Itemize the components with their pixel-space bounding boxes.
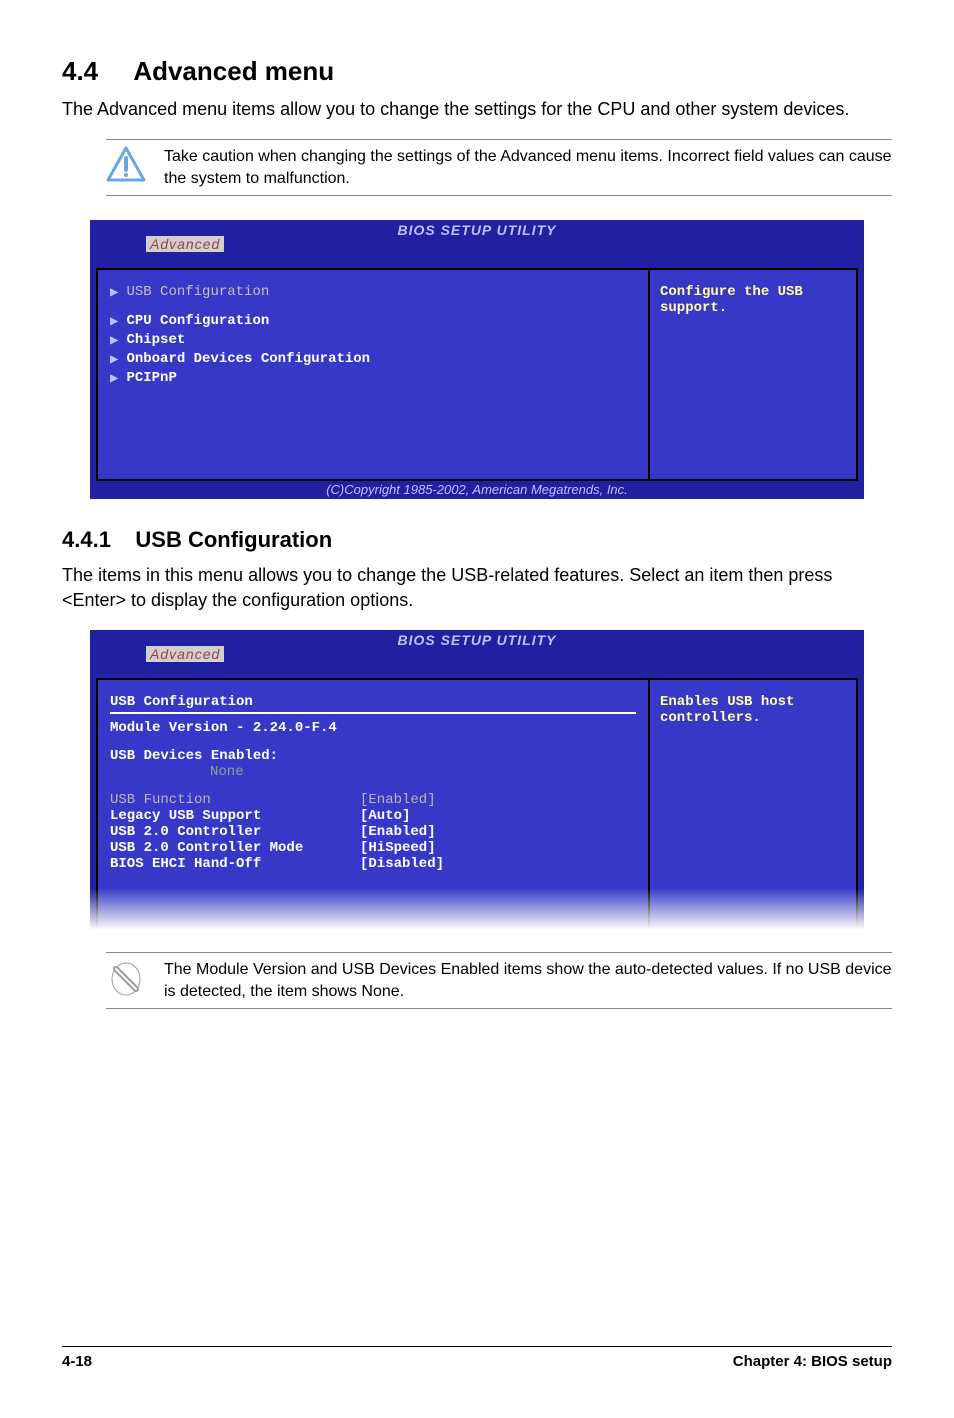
menu-arrow-icon: ▶ <box>110 332 118 349</box>
bios-row-value[interactable]: [HiSpeed] <box>360 840 436 856</box>
section-intro: The Advanced menu items allow you to cha… <box>62 97 892 121</box>
caution-text: Take caution when changing the settings … <box>164 146 892 189</box>
bios-item[interactable]: CPU Configuration <box>126 313 269 330</box>
bios-config-panel: USB Configuration Module Version - 2.24.… <box>96 678 648 930</box>
bios-row-value[interactable]: [Enabled] <box>360 792 436 808</box>
bios-row-label: USB 2.0 Controller Mode <box>110 840 360 856</box>
bios-devices-none: None <box>110 764 636 780</box>
info-text: The Module Version and USB Devices Enabl… <box>164 959 892 1002</box>
bios-help-panel: Enables USB host controllers. <box>648 678 858 930</box>
bios-row-value[interactable]: [Enabled] <box>360 824 436 840</box>
bios-tab-advanced: Advanced <box>146 236 224 252</box>
caution-icon <box>106 146 146 182</box>
menu-arrow-icon: ▶ <box>110 313 118 330</box>
bios-help-panel: Configure the USB support. <box>648 268 858 481</box>
divider <box>110 712 636 714</box>
page-number: 4-18 <box>62 1353 92 1370</box>
page-footer: 4-18 Chapter 4: BIOS setup <box>62 1346 892 1370</box>
bios-title: BIOS SETUP UTILITY <box>397 222 556 238</box>
bios-row-label: Legacy USB Support <box>110 808 360 824</box>
bios-row-value[interactable]: [Disabled] <box>360 856 444 872</box>
bios-tab-advanced: Advanced <box>146 646 224 662</box>
menu-arrow-icon: ▶ <box>110 370 118 387</box>
subsection-title: USB Configuration <box>135 527 332 552</box>
bios-item[interactable]: Onboard Devices Configuration <box>126 351 370 368</box>
bios-module-version: Module Version - 2.24.0-F.4 <box>110 720 636 736</box>
bios-row-label: USB Function <box>110 792 360 808</box>
subsection-intro: The items in this menu allows you to cha… <box>62 563 892 612</box>
bios-title: BIOS SETUP UTILITY <box>397 632 556 648</box>
bios-header: BIOS SETUP UTILITY Advanced <box>90 220 864 238</box>
bios-menu-panel: ▶ USB Configuration ▶ CPU Configuration … <box>96 268 648 481</box>
info-note: The Module Version and USB Devices Enabl… <box>106 952 892 1009</box>
note-icon <box>106 959 146 999</box>
bios-screen-advanced: BIOS SETUP UTILITY Advanced ▶ USB Config… <box>90 220 864 499</box>
bios-row-label: USB 2.0 Controller <box>110 824 360 840</box>
chapter-label: Chapter 4: BIOS setup <box>733 1353 892 1370</box>
section-number: 4.4 <box>62 56 98 86</box>
bios-item[interactable]: PCIPnP <box>126 370 176 387</box>
section-title-text: Advanced menu <box>133 56 334 86</box>
bios-row-value[interactable]: [Auto] <box>360 808 410 824</box>
menu-arrow-icon: ▶ <box>110 284 118 301</box>
bios-panel-title: USB Configuration <box>110 694 636 710</box>
bios-header: BIOS SETUP UTILITY Advanced <box>90 630 864 648</box>
bios-item-selected[interactable]: USB Configuration <box>126 284 269 301</box>
menu-arrow-icon: ▶ <box>110 351 118 368</box>
section-heading: 4.4 Advanced menu <box>62 56 892 87</box>
bios-screen-usb-config: BIOS SETUP UTILITY Advanced USB Configur… <box>90 630 864 930</box>
bios-devices-enabled-label: USB Devices Enabled: <box>110 748 636 764</box>
bios-item[interactable]: Chipset <box>126 332 185 349</box>
bios-row-label: BIOS EHCI Hand-Off <box>110 856 360 872</box>
subsection-heading: 4.4.1 USB Configuration <box>62 527 892 553</box>
bios-footer: (C)Copyright 1985-2002, American Megatre… <box>90 481 864 499</box>
caution-note: Take caution when changing the settings … <box>106 139 892 196</box>
subsection-number: 4.4.1 <box>62 527 111 552</box>
